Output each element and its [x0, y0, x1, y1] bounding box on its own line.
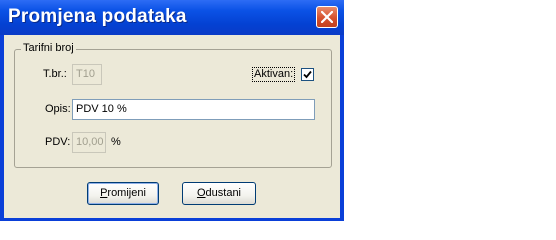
dialog-body: Tarifni broj T.br.: T10 Aktivan: Opis: P… — [4, 35, 340, 218]
tbr-label: T.br.: — [43, 68, 67, 80]
cancel-mnemonic: O — [196, 187, 206, 199]
confirm-button[interactable]: Promijeni — [87, 182, 159, 205]
opis-field[interactable]: PDV 10 % — [72, 99, 315, 120]
window-title: Promjena podataka — [8, 6, 187, 27]
confirm-label: romijeni — [107, 187, 146, 199]
active-label[interactable]: Aktivan: — [251, 67, 296, 82]
opis-label: Opis: — [45, 103, 71, 115]
dialog-window: Promjena podataka Tarifni broj T.br.: T1… — [0, 0, 344, 221]
pdv-field: 10,00 — [72, 132, 106, 153]
groupbox-legend: Tarifni broj — [21, 42, 76, 54]
title-bar[interactable]: Promjena podataka — [0, 0, 344, 35]
tbr-field: T10 — [72, 64, 102, 85]
active-checkbox[interactable] — [301, 68, 314, 81]
cancel-button[interactable]: Odustani — [182, 182, 256, 205]
cancel-label: dustani — [205, 187, 242, 199]
groupbox-tarifni-broj: Tarifni broj T.br.: T10 Aktivan: Opis: P… — [14, 42, 332, 168]
close-button[interactable] — [316, 6, 338, 28]
pdv-label: PDV: — [45, 136, 71, 148]
pdv-unit: % — [111, 136, 121, 148]
close-icon — [321, 11, 333, 23]
checkmark-icon — [303, 70, 312, 79]
